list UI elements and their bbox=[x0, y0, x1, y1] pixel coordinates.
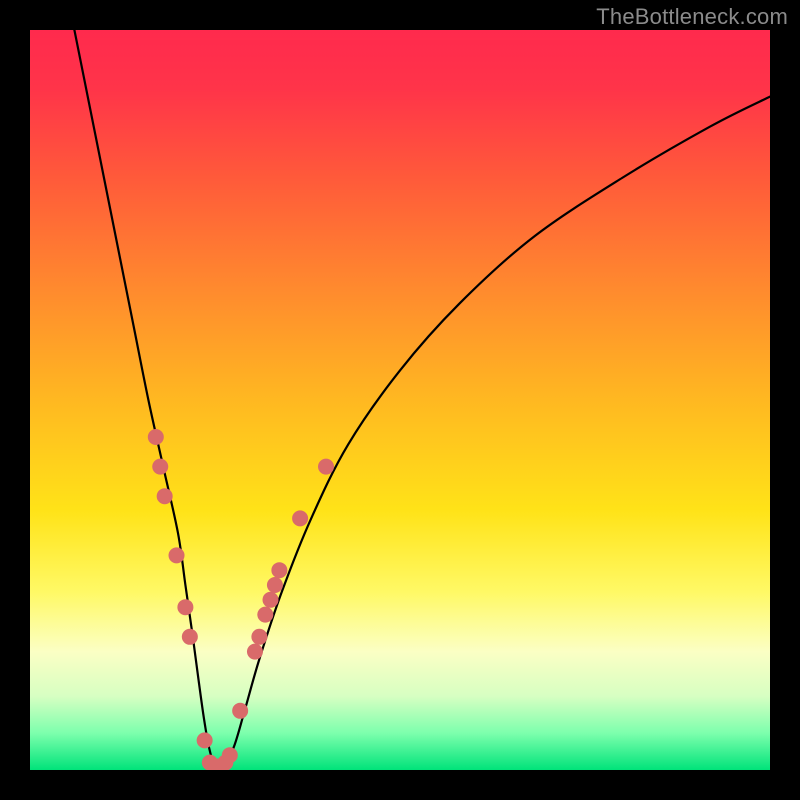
highlight-point bbox=[292, 510, 308, 526]
highlight-point bbox=[182, 629, 198, 645]
highlight-point bbox=[251, 629, 267, 645]
highlight-point bbox=[263, 592, 279, 608]
highlight-point bbox=[152, 459, 168, 475]
highlight-point bbox=[157, 488, 173, 504]
highlight-point bbox=[169, 547, 185, 563]
highlight-point bbox=[318, 459, 334, 475]
highlight-point bbox=[177, 599, 193, 615]
highlight-point bbox=[222, 747, 238, 763]
highlight-point bbox=[148, 429, 164, 445]
chart-frame: TheBottleneck.com bbox=[0, 0, 800, 800]
highlight-point bbox=[247, 644, 263, 660]
highlight-point bbox=[257, 607, 273, 623]
highlight-point bbox=[197, 732, 213, 748]
plot-area bbox=[30, 30, 770, 770]
highlight-points bbox=[148, 429, 334, 770]
bottleneck-curve bbox=[74, 30, 770, 769]
highlight-point bbox=[271, 562, 287, 578]
watermark-text: TheBottleneck.com bbox=[596, 4, 788, 30]
curve-layer bbox=[30, 30, 770, 770]
highlight-point bbox=[232, 703, 248, 719]
highlight-point bbox=[267, 577, 283, 593]
